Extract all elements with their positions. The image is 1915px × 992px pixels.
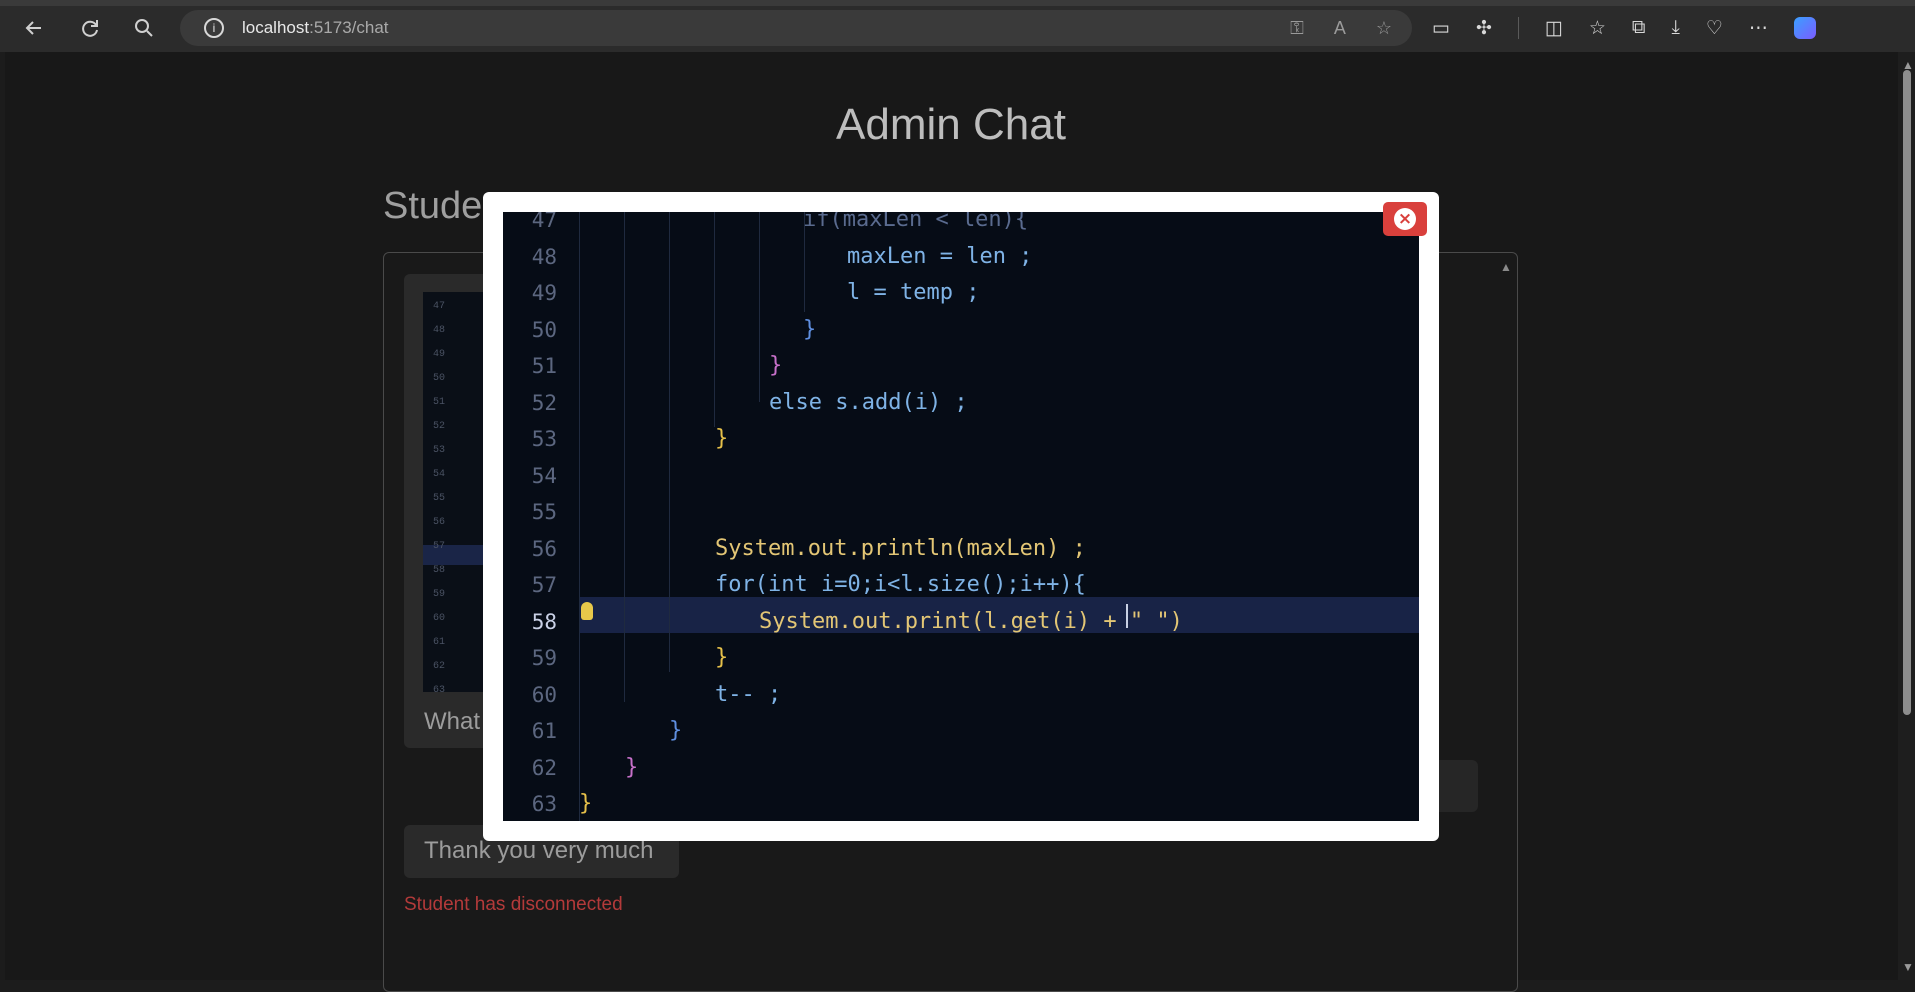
read-aloud-icon[interactable]: A <box>1334 18 1346 39</box>
extensions-icon[interactable]: ✣ <box>1476 17 1492 40</box>
page-title: Admin Chat <box>836 100 1066 149</box>
thumbnail-line-number: 55 <box>433 493 446 504</box>
thumbnail-line-number: 50 <box>433 373 446 384</box>
code-line: System.out.print(l.get(i) + " ") <box>759 608 1183 634</box>
key-icon[interactable]: ⚿ <box>1290 18 1304 39</box>
code-line: } <box>669 718 683 743</box>
code-line: } <box>769 353 783 378</box>
line-number: 48 <box>531 244 557 269</box>
favorite-star-icon[interactable]: ☆ <box>1376 18 1392 39</box>
code-line: } <box>579 791 593 816</box>
code-line: else s.add(i) ; <box>769 389 968 415</box>
code-line: } <box>715 645 729 670</box>
modal-image: 47 48 49 50 51 52 53 54 55 56 57 58 59 60 61 62 63 if(ma… <box>503 212 1419 821</box>
code-line: } <box>625 754 639 780</box>
thumbnail-line-number: 51 <box>433 397 446 408</box>
thumbnail-line-number: 62 <box>433 661 446 672</box>
code-line: System.out.println(maxLen) ; <box>715 535 1086 561</box>
code-line: maxLen = len ; <box>847 243 1033 269</box>
thumbnail-line-number: 56 <box>433 517 446 528</box>
thumbnail-line-number: 59 <box>433 589 446 600</box>
thumbnail-line-number: 49 <box>433 349 446 360</box>
line-number: 50 <box>531 317 557 342</box>
url-path: :5173/chat <box>309 18 389 37</box>
browser-toolbar: i localhost:5173/chat ⚿ A ☆ ▭ ✣ ◫ ☆ ⧉ ⤓ … <box>0 0 1915 52</box>
info-icon[interactable]: i <box>204 18 224 38</box>
code-line: if(maxLen < len){ <box>803 212 1029 232</box>
browser-tools: ▭ ✣ ◫ ☆ ⧉ ⤓ ♡ ⋯ <box>1432 10 1816 46</box>
code-line: for(int i=0;i<l.size();i++){ <box>715 572 1086 597</box>
line-number: 54 <box>531 463 557 488</box>
url-host: localhost <box>242 18 310 37</box>
thumbnail-line-numbers: 47 48 49 50 51 52 53 54 55 56 57 58 59 60 61 62 63 <box>433 295 445 703</box>
address-bar[interactable]: i localhost:5173/chat ⚿ A ☆ <box>180 10 1412 46</box>
line-number: 53 <box>531 427 557 451</box>
line-number: 60 <box>531 682 557 707</box>
code-line: t-- ; <box>715 681 782 707</box>
favorites-icon[interactable]: ☆ <box>1589 17 1606 40</box>
lightbulb-icon[interactable] <box>581 602 593 620</box>
split-screen-icon[interactable]: ◫ <box>1545 17 1563 40</box>
download-icon[interactable]: ⤓ <box>1671 17 1679 39</box>
page-scrollbar-thumb[interactable] <box>1903 70 1911 715</box>
more-icon[interactable]: ⋯ <box>1749 17 1768 40</box>
health-icon[interactable]: ♡ <box>1706 17 1723 40</box>
line-number: 63 <box>531 792 557 816</box>
toolbar-separator <box>1517 17 1519 39</box>
line-number: 56 <box>531 536 557 561</box>
chat-scroll-up-icon[interactable]: ▲ <box>1500 260 1512 274</box>
line-number: 59 <box>531 646 557 670</box>
thumbnail-line-number: 53 <box>433 445 446 456</box>
text-cursor <box>1126 604 1128 628</box>
thumbnail-line-number: 60 <box>433 613 446 624</box>
back-icon[interactable] <box>14 8 54 48</box>
close-icon: × <box>1394 208 1416 230</box>
line-number: 58 <box>531 609 557 634</box>
thumbnail-line-number: 52 <box>433 421 446 432</box>
thumbnail-line-number: 63 <box>433 685 446 696</box>
line-number: 52 <box>531 390 557 415</box>
code-line: } <box>803 316 817 342</box>
thumbnail-line-number: 54 <box>433 469 446 480</box>
code-area: if(maxLen < len){ maxLen = len ; l = tem… <box>579 212 1419 821</box>
modal-close-button[interactable]: × <box>1383 202 1427 236</box>
thumbnail-line-number: 48 <box>433 325 446 336</box>
line-number-gutter: 47 48 49 50 51 52 53 54 55 56 57 58 59 60 61 62 63 <box>503 212 565 821</box>
message-text: What <box>424 708 481 735</box>
thumbnail-line-number: 61 <box>433 637 446 648</box>
line-number: 55 <box>531 500 557 524</box>
scroll-up-icon[interactable]: ▲ <box>1902 59 1914 71</box>
copilot-icon[interactable] <box>1793 17 1816 39</box>
window-top-edge <box>0 0 1915 6</box>
scroll-down-icon[interactable]: ▼ <box>1902 961 1914 973</box>
thumbnail-line-number: 57 <box>433 541 446 552</box>
refresh-icon[interactable] <box>70 8 110 48</box>
line-number: 57 <box>531 573 557 597</box>
line-number: 51 <box>531 354 557 378</box>
code-line: } <box>715 426 729 451</box>
screen-icon[interactable]: ▭ <box>1432 17 1450 40</box>
status-text: Student has disconnected <box>404 894 623 915</box>
thumbnail-line-number: 58 <box>433 565 446 576</box>
code-line: l = temp ; <box>847 280 980 305</box>
message-text: Thank you very much <box>424 837 654 864</box>
thumbnail-line-number: 47 <box>433 301 446 312</box>
line-number: 61 <box>531 719 557 743</box>
line-number: 62 <box>531 755 557 780</box>
line-number: 49 <box>531 281 557 305</box>
line-number: 47 <box>531 212 557 232</box>
collections-icon[interactable]: ⧉ <box>1632 17 1646 39</box>
search-icon[interactable] <box>124 8 164 48</box>
